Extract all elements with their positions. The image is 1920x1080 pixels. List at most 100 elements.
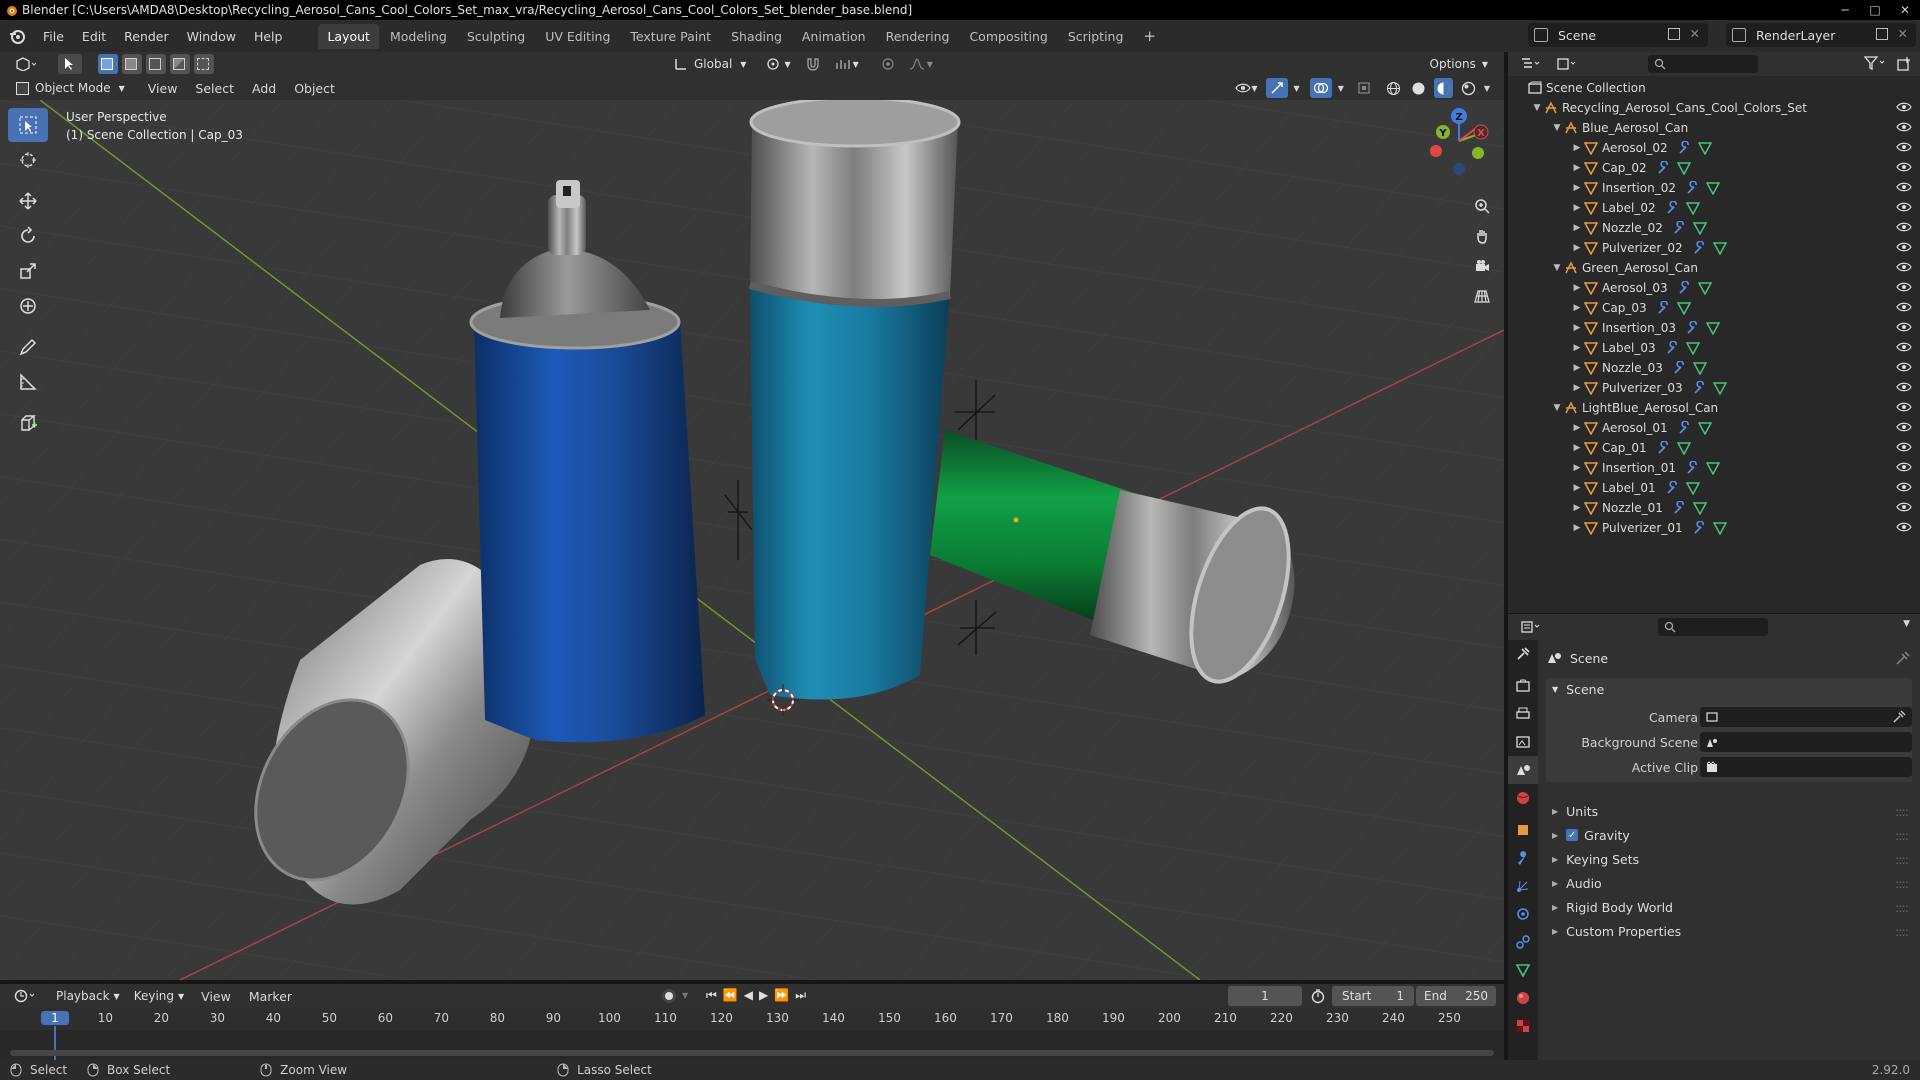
select-menu[interactable]: Select bbox=[186, 81, 243, 96]
tab-tool[interactable] bbox=[1508, 640, 1538, 668]
delete-layer-icon[interactable]: ✕ bbox=[1898, 26, 1908, 41]
jump-start-icon[interactable]: ⏮ bbox=[706, 988, 717, 1003]
modifier-wrench-icon[interactable] bbox=[1693, 521, 1707, 535]
next-keyframe-icon[interactable]: ⏩ bbox=[774, 988, 789, 1003]
outliner-row-group[interactable]: ▼ Blue_Aerosol_Can bbox=[1508, 118, 1920, 138]
tab-material[interactable] bbox=[1508, 984, 1538, 1012]
modifier-wrench-icon[interactable] bbox=[1657, 441, 1671, 455]
tab-animation[interactable]: Animation bbox=[793, 24, 875, 49]
outliner-row-object[interactable]: ▶ Pulverizer_01 bbox=[1508, 518, 1920, 538]
new-collection-button[interactable] bbox=[1896, 56, 1912, 75]
mesh-data-triangle-icon[interactable] bbox=[1697, 421, 1712, 435]
object-menu[interactable]: Object bbox=[285, 81, 344, 96]
tool-add-cube[interactable] bbox=[8, 406, 48, 440]
new-layer-icon[interactable] bbox=[1876, 28, 1888, 40]
timeline-scrollbar[interactable] bbox=[10, 1050, 1494, 1056]
play-reverse-icon[interactable]: ◀ bbox=[744, 988, 753, 1003]
modifier-wrench-icon[interactable] bbox=[1666, 481, 1680, 495]
prev-keyframe-icon[interactable]: ⏪ bbox=[723, 988, 738, 1003]
expand-down-icon[interactable]: ▼ bbox=[1550, 403, 1564, 413]
outliner-row-object[interactable]: ▶ Cap_03 bbox=[1508, 298, 1920, 318]
panel-custom-properties[interactable]: ▶ Custom Properties:::: bbox=[1546, 920, 1912, 942]
tab-rendering[interactable]: Rendering bbox=[877, 24, 959, 49]
properties-search-input[interactable] bbox=[1658, 618, 1768, 636]
background-scene-field[interactable] bbox=[1700, 732, 1912, 752]
outliner-row-object[interactable]: ▶ Pulverizer_02 bbox=[1508, 238, 1920, 258]
mesh-data-triangle-icon[interactable] bbox=[1676, 441, 1691, 455]
modifier-wrench-icon[interactable] bbox=[1673, 361, 1687, 375]
menu-edit[interactable]: Edit bbox=[73, 29, 115, 44]
shading-solid-button[interactable] bbox=[1409, 78, 1428, 98]
expand-right-icon[interactable]: ▶ bbox=[1570, 423, 1584, 433]
blender-menu-icon[interactable] bbox=[8, 27, 26, 45]
select-tool-button[interactable] bbox=[58, 54, 82, 74]
outliner-row-object[interactable]: ▶ Insertion_01 bbox=[1508, 458, 1920, 478]
transform-orientation-dropdown[interactable]: Global ▼ bbox=[668, 54, 752, 74]
timeline-view-menu[interactable]: View bbox=[192, 989, 240, 1004]
add-workspace-button[interactable]: + bbox=[1134, 22, 1165, 50]
menu-help[interactable]: Help bbox=[245, 29, 292, 44]
modifier-wrench-icon[interactable] bbox=[1657, 301, 1671, 315]
mesh-data-triangle-icon[interactable] bbox=[1712, 521, 1727, 535]
maximize-button[interactable]: □ bbox=[1860, 0, 1890, 20]
drag-handle-icon[interactable]: :::: bbox=[1895, 852, 1909, 867]
chevron-down-icon[interactable]: ▼ bbox=[1903, 619, 1910, 629]
modifier-wrench-icon[interactable] bbox=[1657, 161, 1671, 175]
tool-measure[interactable] bbox=[8, 365, 48, 399]
eye-icon[interactable] bbox=[1896, 441, 1912, 453]
proportional-falloff-dropdown[interactable]: ▼ bbox=[903, 54, 939, 74]
gravity-checkbox[interactable]: ✓ bbox=[1566, 829, 1579, 841]
tool-cursor[interactable] bbox=[8, 143, 48, 177]
mesh-data-triangle-icon[interactable] bbox=[1676, 301, 1691, 315]
camera-field[interactable] bbox=[1700, 707, 1912, 727]
outliner-row-object[interactable]: ▶ Cap_01 bbox=[1508, 438, 1920, 458]
drag-handle-icon[interactable]: :::: bbox=[1895, 900, 1909, 915]
expand-right-icon[interactable]: ▶ bbox=[1570, 443, 1584, 453]
proportional-editing-toggle[interactable] bbox=[875, 54, 901, 74]
mesh-data-triangle-icon[interactable] bbox=[1676, 161, 1691, 175]
tab-layout[interactable]: Layout bbox=[318, 23, 379, 49]
view-menu[interactable]: View bbox=[139, 81, 187, 96]
new-scene-icon[interactable] bbox=[1668, 28, 1680, 40]
outliner-scene-collection[interactable]: Scene Collection bbox=[1508, 78, 1920, 98]
expand-right-icon[interactable]: ▶ bbox=[1570, 343, 1584, 353]
tool-scale[interactable] bbox=[8, 254, 48, 288]
shading-rendered-button[interactable] bbox=[1459, 78, 1478, 98]
active-clip-field[interactable] bbox=[1700, 757, 1912, 777]
mesh-data-triangle-icon[interactable] bbox=[1705, 461, 1720, 475]
pan-view-button[interactable] bbox=[1468, 222, 1496, 250]
mesh-data-triangle-icon[interactable] bbox=[1685, 201, 1700, 215]
timeline-editor-type[interactable] bbox=[8, 986, 44, 1006]
mesh-data-triangle-icon[interactable] bbox=[1697, 141, 1712, 155]
outliner-row-object[interactable]: ▶ Aerosol_02 bbox=[1508, 138, 1920, 158]
outliner-row-object[interactable]: ▶ Aerosol_03 bbox=[1508, 278, 1920, 298]
frame-ruler[interactable]: 1 10 20 30 40 50 60 70 80 90 100 110 120 130 140 150 160… bbox=[0, 1008, 1504, 1060]
tab-shading[interactable]: Shading bbox=[722, 24, 791, 49]
zoom-view-button[interactable] bbox=[1468, 192, 1496, 220]
minimize-button[interactable]: ─ bbox=[1830, 0, 1860, 20]
preview-range-toggle[interactable] bbox=[1310, 988, 1326, 1007]
select-invert-button[interactable] bbox=[170, 54, 190, 74]
camera-view-button[interactable] bbox=[1468, 252, 1496, 280]
chevron-down-icon[interactable]: ▼ bbox=[1484, 84, 1490, 93]
menu-window[interactable]: Window bbox=[178, 29, 245, 44]
select-new-button[interactable] bbox=[98, 54, 118, 74]
modifier-wrench-icon[interactable] bbox=[1673, 501, 1687, 515]
expand-right-icon[interactable]: ▶ bbox=[1570, 503, 1584, 513]
mesh-data-triangle-icon[interactable] bbox=[1692, 221, 1707, 235]
tab-sculpting[interactable]: Sculpting bbox=[458, 24, 534, 49]
tab-data[interactable] bbox=[1508, 956, 1538, 984]
drag-handle-icon[interactable]: :::: bbox=[1895, 828, 1909, 843]
eye-icon[interactable] bbox=[1896, 281, 1912, 293]
eye-icon[interactable] bbox=[1896, 101, 1912, 113]
outliner-row-object[interactable]: ▶ Pulverizer_03 bbox=[1508, 378, 1920, 398]
outliner-row-set[interactable]: ▼ Recycling_Aerosol_Cans_Cool_Colors_Set bbox=[1508, 98, 1920, 118]
outliner-row-object[interactable]: ▶ Cap_02 bbox=[1508, 158, 1920, 178]
add-menu[interactable]: Add bbox=[243, 81, 285, 96]
mesh-data-triangle-icon[interactable] bbox=[1705, 321, 1720, 335]
menu-file[interactable]: File bbox=[34, 29, 73, 44]
chevron-down-icon[interactable]: ▼ bbox=[1338, 84, 1344, 93]
tab-physics[interactable] bbox=[1508, 900, 1538, 928]
visibility-dropdown[interactable]: ▼ bbox=[1233, 78, 1259, 98]
expand-right-icon[interactable]: ▶ bbox=[1570, 483, 1584, 493]
